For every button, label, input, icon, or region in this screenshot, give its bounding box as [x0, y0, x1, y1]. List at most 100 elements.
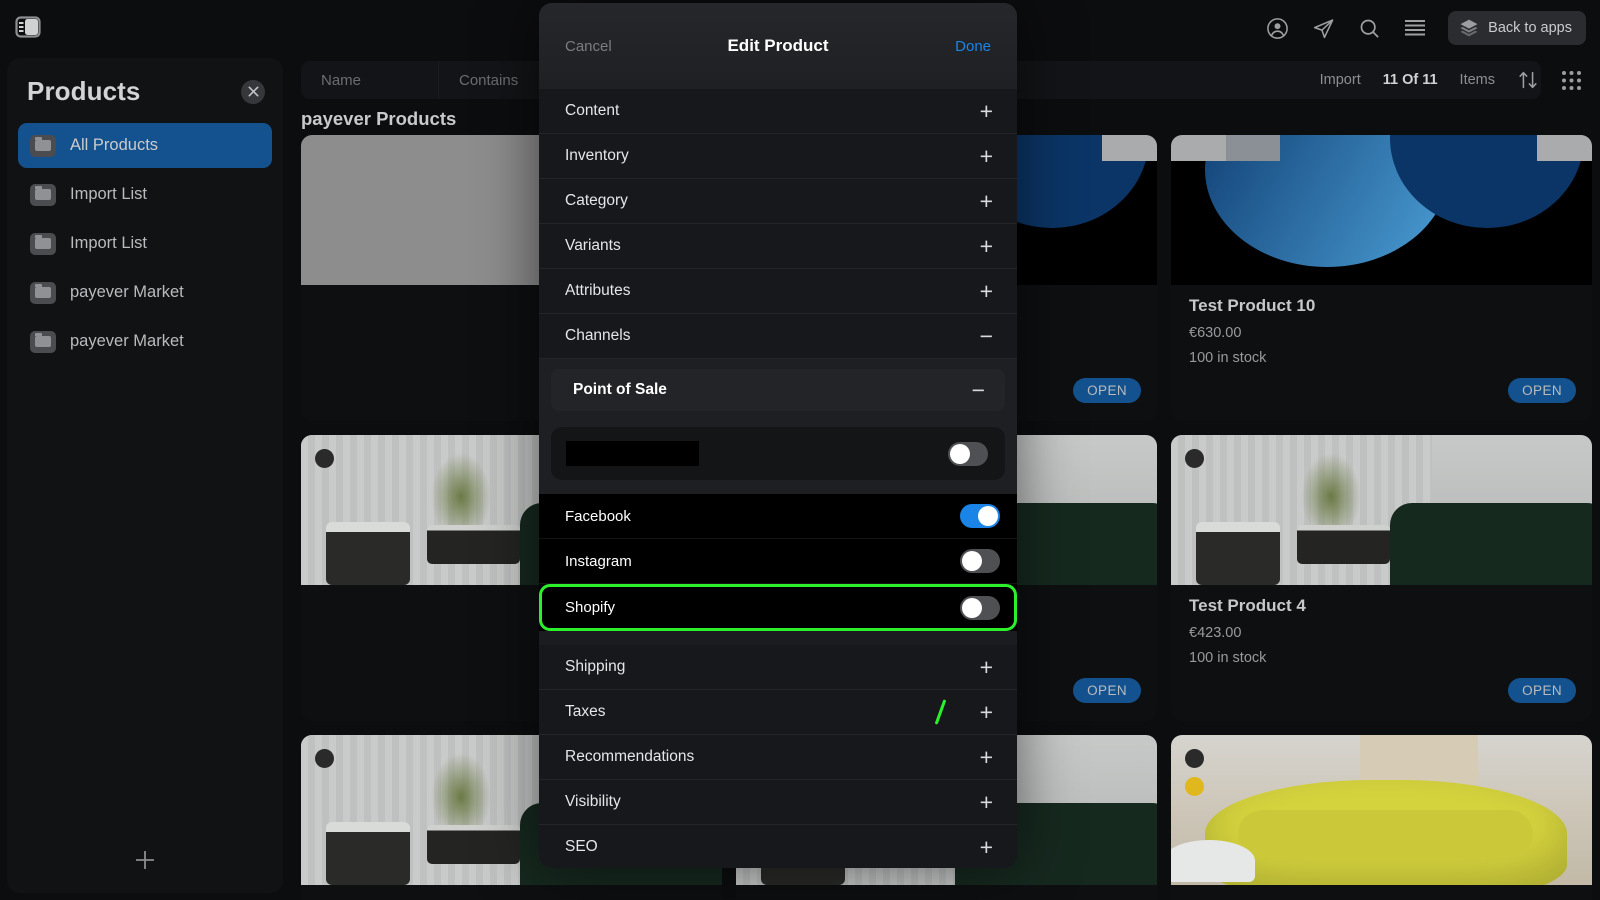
page-title: Products	[27, 76, 141, 106]
section-visibility[interactable]: Visibility +	[539, 780, 1017, 825]
menu-lines-icon[interactable]	[1402, 15, 1428, 41]
minus-icon[interactable]: −	[972, 378, 985, 402]
account-circle-icon[interactable]	[1264, 15, 1290, 41]
plus-icon[interactable]: +	[980, 745, 993, 769]
product-image	[1171, 435, 1592, 585]
open-button[interactable]: OPEN	[1073, 378, 1141, 403]
send-plane-icon[interactable]	[1310, 15, 1336, 41]
sidebar-panel-icon[interactable]	[12, 12, 44, 42]
instagram-toggle[interactable]	[960, 549, 1000, 573]
back-to-apps-button[interactable]: Back to apps	[1448, 11, 1586, 45]
plus-icon[interactable]: +	[980, 655, 993, 679]
channel-label: Instagram	[565, 552, 632, 570]
channel-group-point-of-sale[interactable]: Point of Sale −	[551, 369, 1005, 411]
redacted-label	[566, 441, 699, 466]
sidebar-item-label: All Products	[70, 136, 159, 154]
edit-product-modal: Cancel Edit Product Done Content + Inven…	[539, 3, 1017, 868]
plus-icon[interactable]: +	[980, 790, 993, 814]
section-shipping[interactable]: Shipping +	[539, 645, 1017, 690]
shopify-toggle[interactable]	[960, 595, 1000, 620]
channel-row-shopify[interactable]: Shopify	[539, 584, 1017, 631]
channel-row-facebook[interactable]: Facebook	[539, 494, 1017, 539]
product-card[interactable]	[1171, 735, 1592, 900]
section-content[interactable]: Content +	[539, 89, 1017, 134]
close-icon[interactable]	[241, 79, 265, 104]
select-dot[interactable]	[1185, 449, 1204, 468]
filter-field-name[interactable]: Name	[301, 72, 438, 89]
modal-header: Cancel Edit Product Done	[539, 3, 1017, 89]
open-button[interactable]: OPEN	[1508, 378, 1576, 403]
layers-icon	[1459, 18, 1479, 38]
sidebar: Products All Products Import List Import…	[7, 58, 283, 893]
plus-icon[interactable]: +	[980, 99, 993, 123]
sidebar-item-label: payever Market	[70, 332, 184, 350]
sidebar-item-import-list-1[interactable]: Import List	[18, 172, 272, 217]
facebook-toggle[interactable]	[960, 504, 1000, 528]
sidebar-nav: All Products Import List Import List pay…	[7, 117, 283, 364]
select-dot[interactable]	[315, 749, 334, 768]
sidebar-item-label: Import List	[70, 185, 148, 203]
section-seo[interactable]: SEO +	[539, 825, 1017, 868]
section-taxes[interactable]: Taxes +	[539, 690, 1017, 735]
section-recommendations[interactable]: Recommendations +	[539, 735, 1017, 780]
channel-label: Shopify	[565, 599, 616, 616]
green-slash-cursor	[934, 699, 947, 725]
sidebar-item-payever-market-2[interactable]: payever Market	[18, 319, 272, 364]
section-label: SEO	[565, 838, 598, 855]
channel-list: Facebook Instagram Shopify	[539, 494, 1017, 631]
folder-icon	[30, 183, 56, 206]
select-dot[interactable]	[1185, 749, 1204, 768]
section-label: Taxes	[565, 703, 606, 720]
open-button[interactable]: OPEN	[1508, 678, 1576, 703]
import-button[interactable]: Import	[1320, 72, 1361, 88]
section-label: Shipping	[565, 658, 626, 675]
color-swatch-yellow[interactable]	[1185, 777, 1204, 796]
sidebar-item-all-products[interactable]: All Products	[18, 123, 272, 168]
plus-icon	[132, 847, 158, 878]
sidebar-item-import-list-2[interactable]: Import List	[18, 221, 272, 266]
sidebar-item-payever-market-1[interactable]: payever Market	[18, 270, 272, 315]
filter-operator-contains[interactable]: Contains	[439, 72, 518, 89]
channel-label: Facebook	[565, 507, 631, 525]
plus-icon[interactable]: +	[980, 144, 993, 168]
app-root: Back to apps Products All Products Impor…	[0, 0, 1600, 900]
done-button[interactable]: Done	[955, 38, 991, 55]
section-channels[interactable]: Channels −	[539, 314, 1017, 359]
sidebar-header: Products	[7, 58, 283, 117]
plus-icon[interactable]: +	[980, 700, 993, 724]
product-stock: 100 in stock	[1189, 650, 1267, 666]
product-card[interactable]: Test Product 10 €630.00 100 in stock OPE…	[1171, 135, 1592, 421]
product-info	[736, 885, 1157, 900]
toolbar: Import 11 Of 11 Items	[1320, 61, 1582, 99]
plus-icon[interactable]: +	[980, 835, 993, 859]
plus-icon[interactable]: +	[980, 279, 993, 303]
add-folder-button[interactable]	[7, 831, 283, 893]
section-category[interactable]: Category +	[539, 179, 1017, 224]
channel-row-instagram[interactable]: Instagram	[539, 539, 1017, 584]
minus-icon[interactable]: −	[980, 324, 993, 348]
plus-icon[interactable]: +	[980, 234, 993, 258]
open-button[interactable]: OPEN	[1073, 678, 1141, 703]
search-icon[interactable]	[1356, 15, 1382, 41]
plus-icon[interactable]: +	[980, 189, 993, 213]
product-info	[301, 885, 722, 900]
folder-icon	[30, 134, 56, 157]
product-price: €630.00	[1189, 325, 1242, 341]
sort-arrows-icon[interactable]	[1517, 69, 1539, 91]
select-dot[interactable]	[315, 449, 334, 468]
pos-channel-row[interactable]	[551, 427, 1005, 480]
back-to-apps-label: Back to apps	[1488, 20, 1572, 36]
grid-view-icon[interactable]	[1561, 70, 1582, 91]
sidebar-item-label: Import List	[70, 234, 148, 252]
cancel-button[interactable]: Cancel	[565, 38, 612, 55]
pos-channel-toggle[interactable]	[948, 441, 988, 466]
items-label: Items	[1459, 72, 1495, 88]
product-card[interactable]: Test Product 4 €423.00 100 in stock OPEN	[1171, 435, 1592, 721]
section-label: Recommendations	[565, 748, 695, 765]
section-variants[interactable]: Variants +	[539, 224, 1017, 269]
product-price: €423.00	[1189, 625, 1242, 641]
product-info	[1171, 885, 1592, 900]
section-inventory[interactable]: Inventory +	[539, 134, 1017, 179]
section-attributes[interactable]: Attributes +	[539, 269, 1017, 314]
section-title: payever Products	[301, 108, 457, 129]
